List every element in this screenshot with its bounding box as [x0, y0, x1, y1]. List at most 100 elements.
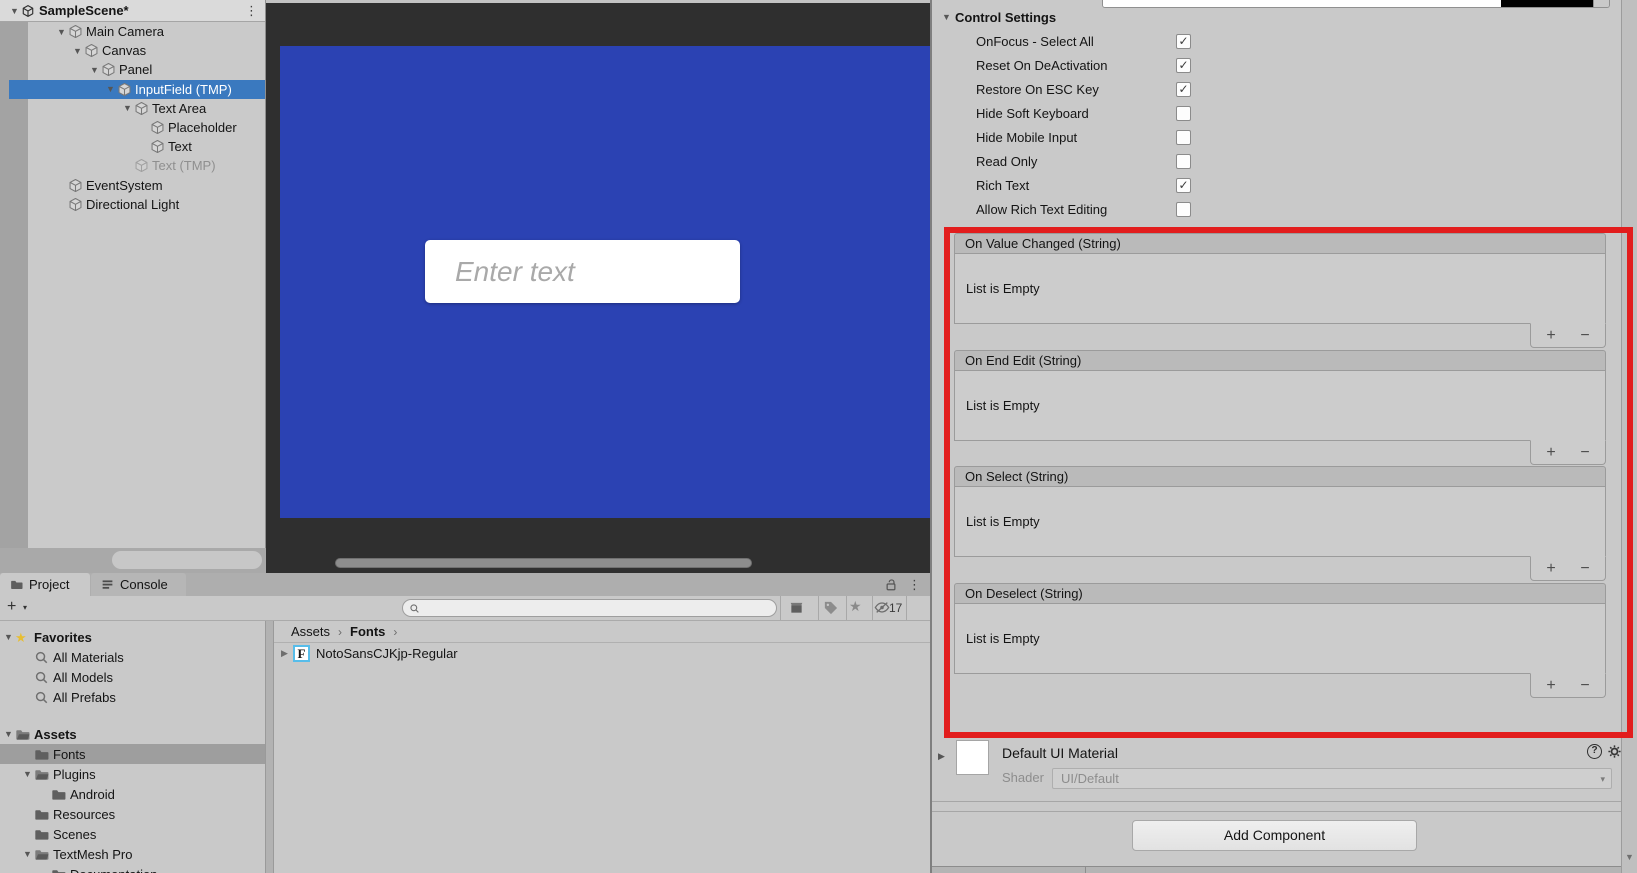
material-preview-swatch[interactable]: [956, 740, 989, 775]
checkbox-allow-rich-text-editing[interactable]: ✓: [1176, 202, 1191, 217]
tree-item-fonts[interactable]: Fonts: [0, 744, 265, 764]
game-view-hscrollbar-thumb[interactable]: [335, 558, 752, 568]
shader-dropdown[interactable]: UI/Default ▾: [1052, 768, 1612, 789]
chevron-down-icon: ▾: [1600, 774, 1605, 784]
unity-editor-window: ▼ SampleScene* ⋮ ▼ Main Camera ▼ Canvas …: [0, 0, 1637, 873]
checkbox-hide-mobile-input[interactable]: ✓: [1176, 130, 1191, 145]
tree-item-documentation[interactable]: Documentation: [0, 864, 265, 873]
tree-item-android[interactable]: Android: [0, 784, 265, 804]
tmp-input-field[interactable]: Enter text: [425, 240, 740, 303]
scene-header[interactable]: ▼ SampleScene* ⋮: [0, 0, 265, 22]
foldout-icon[interactable]: ▼: [88, 65, 101, 75]
add-listener-button[interactable]: +: [1539, 325, 1563, 347]
tree-item-resources[interactable]: Resources: [0, 804, 265, 824]
tree-item-label: All Models: [53, 669, 113, 685]
foldout-icon[interactable]: ▼: [21, 849, 34, 859]
scrollbar-thumb[interactable]: [112, 551, 262, 569]
checkbox-rich-text[interactable]: ✓: [1176, 178, 1191, 193]
gameobject-cube-icon: [101, 62, 116, 77]
foldout-icon[interactable]: ▼: [21, 769, 34, 779]
foldout-icon[interactable]: ▼: [2, 632, 15, 642]
foldout-icon[interactable]: ▼: [104, 84, 117, 94]
tree-item-assets[interactable]: ▼ Assets: [0, 724, 265, 744]
breadcrumb-current[interactable]: Fonts: [350, 624, 385, 639]
hierarchy-item-label: Panel: [119, 62, 153, 78]
gameobject-cube-icon: [117, 82, 132, 97]
hierarchy-item-eventsystem[interactable]: EventSystem: [0, 176, 265, 195]
hierarchy-item-label: Text: [168, 139, 192, 155]
kebab-menu-icon[interactable]: ⋮: [908, 577, 921, 593]
event-list: List is Empty: [954, 487, 1606, 557]
foldout-icon[interactable]: ▼: [8, 6, 21, 16]
checkbox-read-only[interactable]: ✓: [1176, 154, 1191, 169]
hierarchy-item-main-camera[interactable]: ▼ Main Camera: [0, 22, 265, 41]
tree-item-all-materials[interactable]: All Materials: [0, 647, 265, 667]
control-settings-rows: OnFocus - Select All ✓ Reset On DeActiva…: [932, 30, 1621, 222]
tab-project[interactable]: Project: [0, 573, 90, 596]
hidden-packages-eye-icon[interactable]: [874, 600, 890, 615]
checkbox-reset-on-deactivation[interactable]: ✓: [1176, 58, 1191, 73]
tree-item-favorites[interactable]: ▼ ★ Favorites: [0, 627, 265, 647]
color-swatch-cropped[interactable]: [1102, 0, 1610, 8]
setting-row: Hide Soft Keyboard ✓: [932, 102, 1621, 126]
add-listener-button[interactable]: +: [1539, 442, 1563, 464]
divider: [906, 596, 907, 620]
favorite-search-icon[interactable]: ★: [849, 598, 862, 615]
remove-listener-button[interactable]: −: [1573, 558, 1597, 580]
material-foldout-icon[interactable]: ▶: [938, 751, 945, 762]
kebab-menu-icon[interactable]: ⋮: [245, 3, 258, 19]
foldout-icon[interactable]: ▼: [940, 12, 953, 22]
hierarchy-item-directional-light[interactable]: Directional Light: [0, 195, 265, 214]
hierarchy-item-inputfield-tmp[interactable]: ▼ InputField (TMP): [0, 79, 265, 99]
help-icon[interactable]: ?: [1587, 744, 1602, 759]
hierarchy-hscrollbar[interactable]: [0, 548, 266, 573]
inspector-vscrollbar[interactable]: ▼: [1621, 0, 1637, 873]
color-swatch-tail: [1593, 0, 1609, 7]
tree-item-all-models[interactable]: All Models: [0, 667, 265, 687]
scroll-down-icon[interactable]: ▼: [1625, 852, 1634, 862]
event-title: On Value Changed (String): [965, 236, 1121, 251]
breadcrumb-root[interactable]: Assets: [291, 624, 330, 639]
tree-item-label: Assets: [34, 726, 77, 742]
add-component-button[interactable]: Add Component: [1132, 820, 1417, 851]
tree-item-all-prefabs[interactable]: All Prefabs: [0, 687, 265, 707]
create-dropdown-caret-icon[interactable]: ▾: [23, 603, 27, 612]
gear-icon[interactable]: [1607, 744, 1622, 759]
remove-listener-button[interactable]: −: [1573, 675, 1597, 697]
hierarchy-item-placeholder[interactable]: Placeholder: [0, 118, 265, 137]
hierarchy-item-text-tmp-disabled[interactable]: Text (TMP): [0, 156, 265, 175]
hierarchy-item-canvas[interactable]: ▼ Canvas: [0, 41, 265, 60]
remove-listener-button[interactable]: −: [1573, 442, 1597, 464]
control-settings-header[interactable]: ▼ Control Settings: [932, 8, 1056, 26]
hierarchy-item-text-area[interactable]: ▼ Text Area: [0, 99, 265, 118]
asset-row-font[interactable]: ▶ F NotoSansCJKjp-Regular: [274, 643, 930, 664]
foldout-icon[interactable]: ▼: [121, 103, 134, 113]
project-panel: Project Console ⋮ + ▾ ★ 17 ▼ ★ Favorites…: [0, 573, 930, 873]
foldout-icon[interactable]: ▼: [71, 46, 84, 56]
add-listener-button[interactable]: +: [1539, 558, 1563, 580]
console-icon: [101, 578, 114, 591]
hierarchy-item-text[interactable]: Text: [0, 137, 265, 156]
tree-item-plugins[interactable]: ▼ Plugins: [0, 764, 265, 784]
checkbox-onfocus-select-all[interactable]: ✓: [1176, 34, 1191, 49]
checkbox-hide-soft-keyboard[interactable]: ✓: [1176, 106, 1191, 121]
hierarchy-item-panel[interactable]: ▼ Panel: [0, 60, 265, 79]
foldout-icon[interactable]: ▼: [2, 729, 15, 739]
package-filter-icon[interactable]: [789, 600, 804, 615]
bottom-panel-edge: [932, 866, 1621, 873]
divider: [846, 596, 847, 620]
add-listener-button[interactable]: +: [1539, 675, 1563, 697]
tree-item-textmesh-pro[interactable]: ▼ TextMesh Pro: [0, 844, 265, 864]
remove-listener-button[interactable]: −: [1573, 325, 1597, 347]
tab-console[interactable]: Console: [91, 573, 186, 596]
foldout-icon[interactable]: ▶: [278, 648, 291, 659]
project-search-input[interactable]: [402, 599, 777, 617]
label-filter-icon[interactable]: [823, 600, 838, 615]
check-icon: ✓: [1178, 178, 1189, 192]
foldout-icon[interactable]: ▼: [55, 27, 68, 37]
create-asset-button[interactable]: +: [7, 598, 16, 616]
tree-item-scenes[interactable]: Scenes: [0, 824, 265, 844]
checkbox-restore-on-esc-key[interactable]: ✓: [1176, 82, 1191, 97]
lock-icon[interactable]: [884, 578, 898, 592]
project-splitter[interactable]: [265, 621, 274, 873]
